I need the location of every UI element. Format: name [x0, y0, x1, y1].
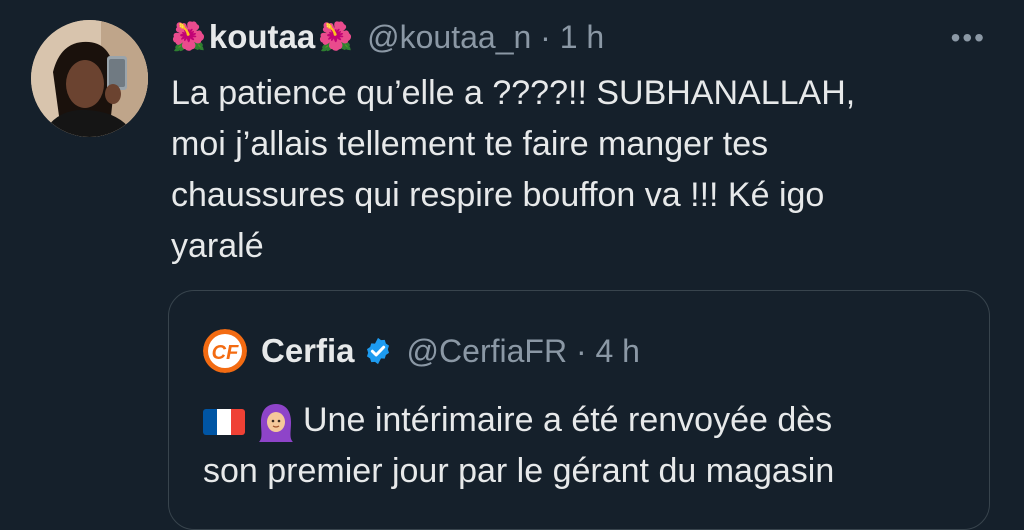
- tweet-text: La patience qu’elle a ????!! SUBHANALLAH…: [171, 74, 856, 265]
- author-handle-time: @koutaa_n · 1 h: [367, 18, 605, 55]
- quoted-tweet-text-content: Une intérimaire a été renvoyée dès son p…: [203, 401, 835, 490]
- france-flag-icon: [203, 409, 245, 436]
- quoted-tweet-header: CF Cerfia @CerfiaFR · 4 h: [203, 329, 640, 373]
- quoted-tweet-text: Une intérimaire a été renvoyée dès son p…: [203, 395, 973, 497]
- author-display-name[interactable]: koutaa: [209, 18, 315, 56]
- flower-emoji-icon: 🌺: [171, 21, 206, 52]
- verified-badge-icon: [366, 337, 389, 365]
- cerfia-logo-icon[interactable]: CF: [203, 329, 247, 373]
- more-options-icon[interactable]: •••: [951, 22, 986, 54]
- quoted-tweet[interactable]: CF Cerfia @CerfiaFR · 4 h Une intérimair…: [168, 290, 990, 530]
- quoted-author-display-name[interactable]: Cerfia: [261, 332, 355, 370]
- tweet-time[interactable]: 1 h: [560, 19, 604, 55]
- flower-emoji-icon: 🌺: [318, 21, 354, 52]
- quoted-tweet-time[interactable]: 4 h: [595, 333, 639, 369]
- woman-with-headscarf-icon: [259, 404, 293, 443]
- quoted-author-handle-time: @CerfiaFR · 4 h: [406, 332, 640, 369]
- author-handle[interactable]: @koutaa_n: [367, 19, 531, 55]
- svg-text:CF: CF: [212, 342, 239, 364]
- quoted-author-handle[interactable]: @CerfiaFR: [407, 333, 568, 369]
- author-avatar[interactable]: [31, 20, 148, 137]
- tweet-header: 🌺 koutaa 🌺 @koutaa_n · 1 h: [171, 14, 604, 60]
- avatar-photo: [31, 20, 148, 137]
